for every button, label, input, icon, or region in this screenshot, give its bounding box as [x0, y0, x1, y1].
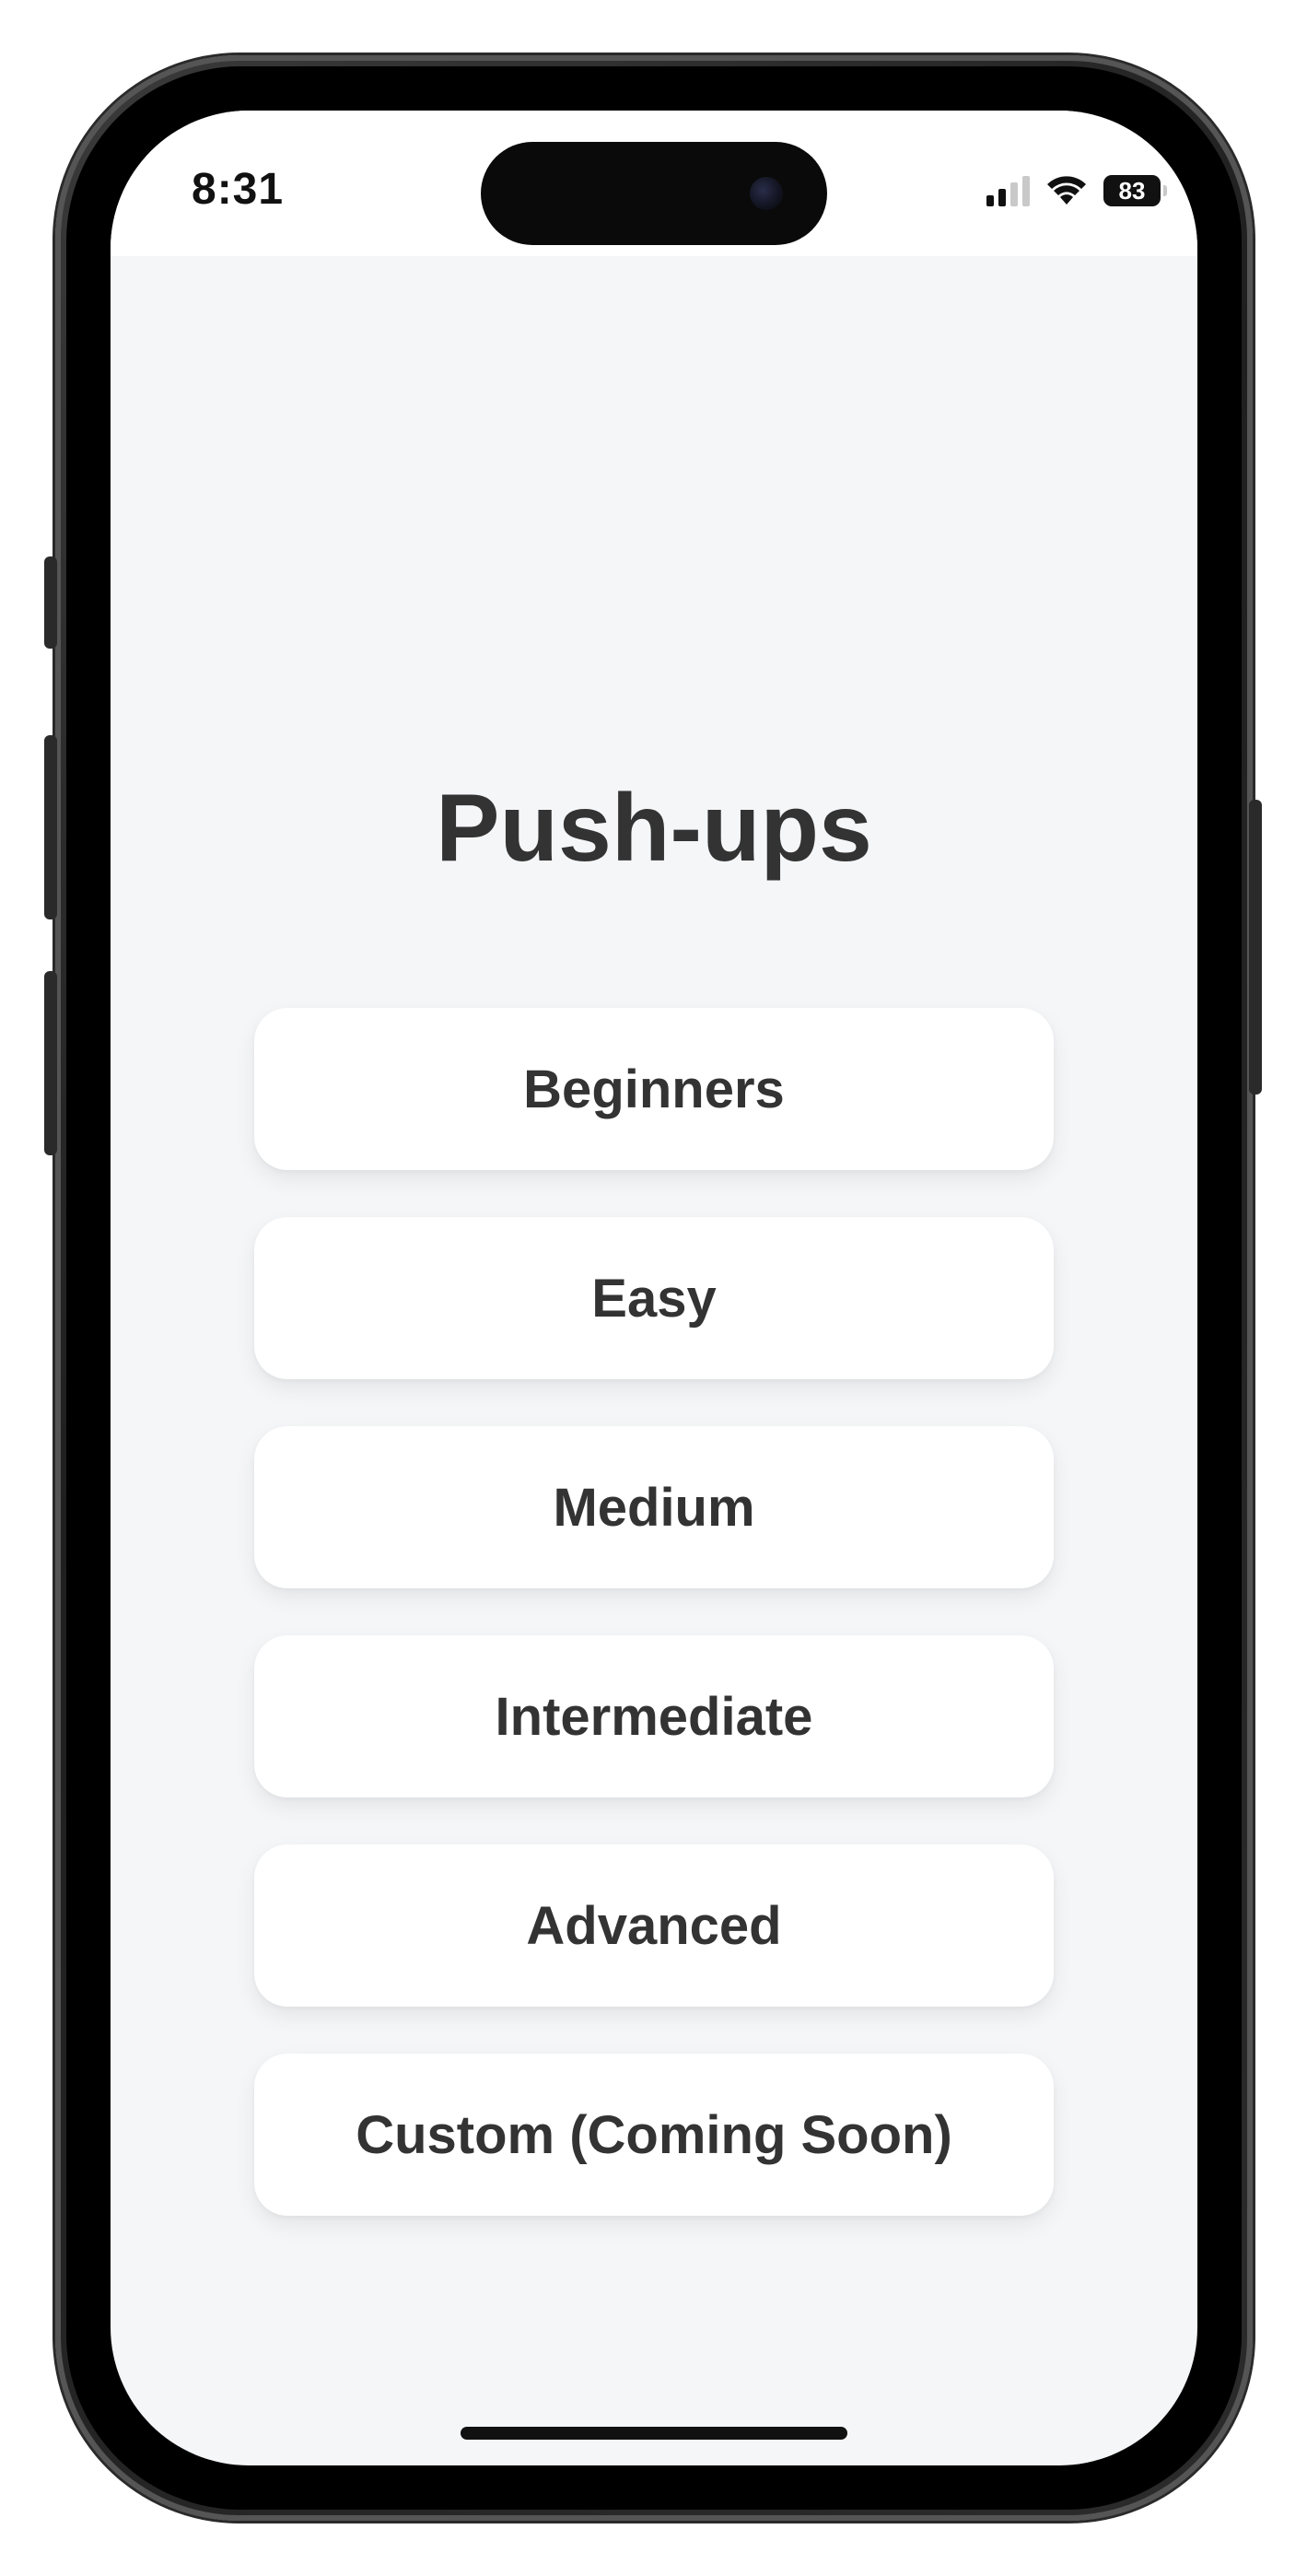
difficulty-options: Beginners Easy Medium Intermediate Advan…: [254, 1008, 1054, 2263]
action-button: [44, 556, 57, 649]
status-icons: 83: [986, 171, 1167, 210]
option-easy-button[interactable]: Easy: [254, 1217, 1054, 1379]
option-advanced-button[interactable]: Advanced: [254, 1844, 1054, 2007]
front-camera-icon: [750, 177, 783, 210]
option-intermediate-button[interactable]: Intermediate: [254, 1635, 1054, 1797]
option-custom-button[interactable]: Custom (Coming Soon): [254, 2054, 1054, 2216]
status-bar: 8:31 83: [111, 111, 1197, 256]
page-title: Push-ups: [436, 775, 872, 882]
home-indicator[interactable]: [461, 2427, 847, 2440]
dynamic-island: [481, 142, 827, 245]
cellular-signal-icon: [986, 175, 1030, 206]
app-screen: 8:31 83 Push-ups Beginners Easy Medium I…: [111, 111, 1197, 2465]
option-medium-button[interactable]: Medium: [254, 1426, 1054, 1588]
volume-down-button: [44, 971, 57, 1155]
status-time: 8:31: [192, 165, 285, 214]
volume-up-button: [44, 735, 57, 919]
battery-icon: 83: [1103, 175, 1167, 206]
option-beginners-button[interactable]: Beginners: [254, 1008, 1054, 1170]
wifi-icon: [1047, 176, 1086, 205]
power-button: [1249, 800, 1262, 1095]
